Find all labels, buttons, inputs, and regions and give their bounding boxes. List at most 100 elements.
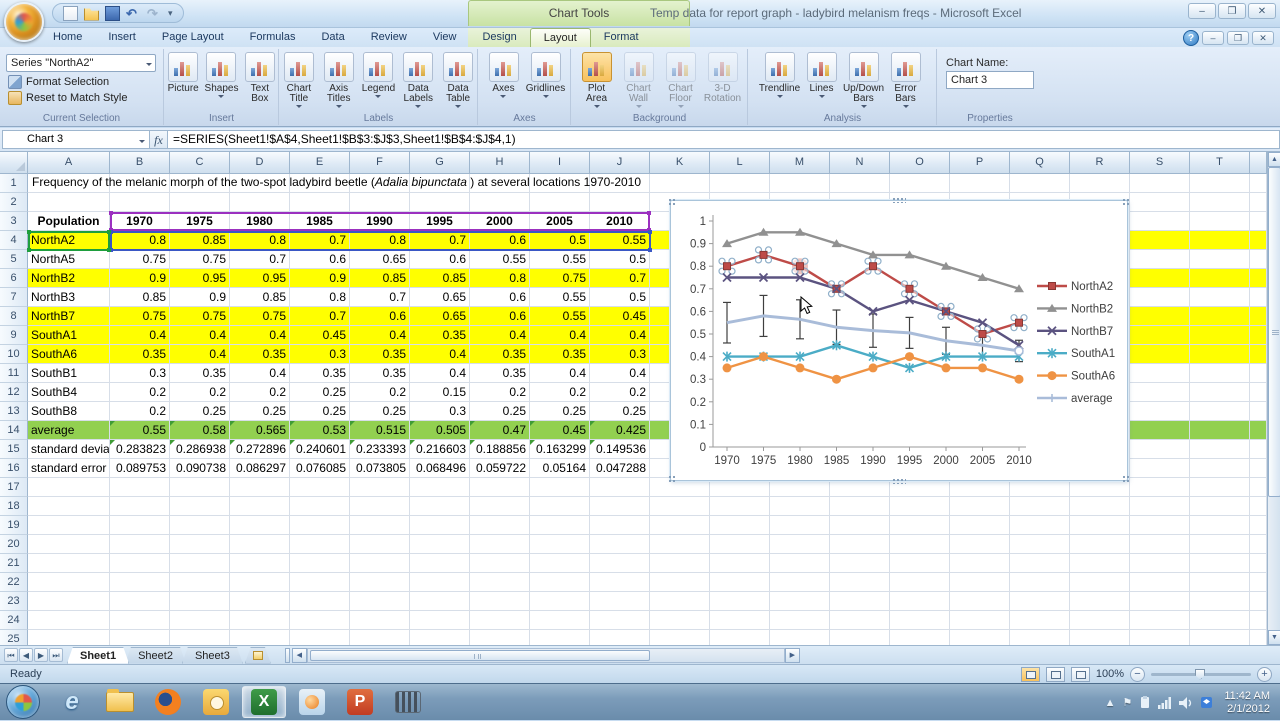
cell-A14[interactable]: average bbox=[28, 421, 110, 440]
workbook-minimize-button[interactable]: – bbox=[1202, 31, 1224, 45]
cell-G10[interactable]: 0.4 bbox=[410, 345, 470, 364]
cell-S5[interactable] bbox=[1130, 250, 1190, 269]
cell-D19[interactable] bbox=[230, 516, 290, 535]
cell-C10[interactable]: 0.4 bbox=[170, 345, 230, 364]
cell-N1[interactable] bbox=[830, 174, 890, 193]
tab-home[interactable]: Home bbox=[40, 28, 95, 47]
chart-element-dropdown[interactable]: Series "NorthA2" bbox=[6, 54, 156, 72]
column-header-T[interactable]: T bbox=[1190, 152, 1250, 174]
start-button[interactable] bbox=[6, 685, 40, 719]
cell-T18[interactable] bbox=[1190, 497, 1250, 516]
cell-J5[interactable]: 0.5 bbox=[590, 250, 650, 269]
cell-B3[interactable]: 1970 bbox=[110, 212, 170, 231]
cell-E21[interactable] bbox=[290, 554, 350, 573]
cell-G11[interactable]: 0.4 bbox=[410, 364, 470, 383]
cell-F22[interactable] bbox=[350, 573, 410, 592]
cell-J19[interactable] bbox=[590, 516, 650, 535]
cell-S10[interactable] bbox=[1130, 345, 1190, 364]
cell-J18[interactable] bbox=[590, 497, 650, 516]
horizontal-scroll-thumb[interactable] bbox=[309, 649, 650, 661]
cell-B20[interactable] bbox=[110, 535, 170, 554]
powerpoint-icon[interactable]: P bbox=[338, 686, 382, 718]
cell-G13[interactable]: 0.3 bbox=[410, 402, 470, 421]
cell-B6[interactable]: 0.9 bbox=[110, 269, 170, 288]
cell-E2[interactable] bbox=[290, 193, 350, 212]
cell-S8[interactable] bbox=[1130, 307, 1190, 326]
cell-D23[interactable] bbox=[230, 592, 290, 611]
cell-S21[interactable] bbox=[1130, 554, 1190, 573]
column-header-G[interactable]: G bbox=[410, 152, 470, 174]
cell-L1[interactable] bbox=[710, 174, 770, 193]
column-header-B[interactable]: B bbox=[110, 152, 170, 174]
cell-H14[interactable]: 0.47 bbox=[470, 421, 530, 440]
cell-H18[interactable] bbox=[470, 497, 530, 516]
cell-I20[interactable] bbox=[530, 535, 590, 554]
scroll-down-icon[interactable]: ▼ bbox=[1268, 630, 1280, 645]
cell-D2[interactable] bbox=[230, 193, 290, 212]
cell-J12[interactable]: 0.2 bbox=[590, 383, 650, 402]
cell-S11[interactable] bbox=[1130, 364, 1190, 383]
column-header-Q[interactable]: Q bbox=[1010, 152, 1070, 174]
cell-E16[interactable]: 0.076085 bbox=[290, 459, 350, 478]
scroll-left-icon[interactable]: ◀ bbox=[291, 647, 307, 663]
cell-Q22[interactable] bbox=[1010, 573, 1070, 592]
cell-G24[interactable] bbox=[410, 611, 470, 630]
new-document-icon[interactable] bbox=[63, 5, 78, 21]
cell-H12[interactable]: 0.2 bbox=[470, 383, 530, 402]
cell-D7[interactable]: 0.85 bbox=[230, 288, 290, 307]
column-header-E[interactable]: E bbox=[290, 152, 350, 174]
cell-G4[interactable]: 0.7 bbox=[410, 231, 470, 250]
cell-C11[interactable]: 0.35 bbox=[170, 364, 230, 383]
cell-N24[interactable] bbox=[830, 611, 890, 630]
cell-B2[interactable] bbox=[110, 193, 170, 212]
cell-K23[interactable] bbox=[650, 592, 710, 611]
cell-I19[interactable] bbox=[530, 516, 590, 535]
windows-update-icon[interactable] bbox=[1139, 696, 1151, 709]
cell-A22[interactable] bbox=[28, 573, 110, 592]
cell-E15[interactable]: 0.240601 bbox=[290, 440, 350, 459]
column-header-H[interactable]: H bbox=[470, 152, 530, 174]
cell-F3[interactable]: 1990 bbox=[350, 212, 410, 231]
page-layout-view-button[interactable] bbox=[1045, 666, 1065, 682]
movie-maker-icon[interactable] bbox=[386, 686, 430, 718]
column-header-O[interactable]: O bbox=[890, 152, 950, 174]
cell-S15[interactable] bbox=[1130, 440, 1190, 459]
cell-G12[interactable]: 0.15 bbox=[410, 383, 470, 402]
cell-P24[interactable] bbox=[950, 611, 1010, 630]
cell-S16[interactable] bbox=[1130, 459, 1190, 478]
cell-P22[interactable] bbox=[950, 573, 1010, 592]
row-header-11[interactable]: 11 bbox=[0, 364, 28, 383]
cell-K21[interactable] bbox=[650, 554, 710, 573]
cell-R23[interactable] bbox=[1070, 592, 1130, 611]
cell-K19[interactable] bbox=[650, 516, 710, 535]
row-header-23[interactable]: 23 bbox=[0, 592, 28, 611]
first-sheet-icon[interactable]: ⏮ bbox=[4, 648, 18, 662]
chart-object[interactable]: 0 0.1 0.2 0.3 0.4 0.5 0.6 0.7 0.8 0.9 1 1970 1975 198… bbox=[670, 200, 1128, 481]
cell-B21[interactable] bbox=[110, 554, 170, 573]
sheet-tab-sheet1[interactable]: Sheet1 bbox=[67, 647, 129, 664]
cell-B13[interactable]: 0.2 bbox=[110, 402, 170, 421]
cell-B8[interactable]: 0.75 bbox=[110, 307, 170, 326]
cell-L23[interactable] bbox=[710, 592, 770, 611]
next-sheet-icon[interactable]: ▶ bbox=[34, 648, 48, 662]
redo-icon[interactable]: ↷ bbox=[147, 6, 162, 21]
cell-H6[interactable]: 0.8 bbox=[470, 269, 530, 288]
cell-D16[interactable]: 0.086297 bbox=[230, 459, 290, 478]
cell-S7[interactable] bbox=[1130, 288, 1190, 307]
cell-S3[interactable] bbox=[1130, 212, 1190, 231]
cell-H5[interactable]: 0.55 bbox=[470, 250, 530, 269]
cell-G16[interactable]: 0.068496 bbox=[410, 459, 470, 478]
cell-E7[interactable]: 0.8 bbox=[290, 288, 350, 307]
cell-E18[interactable] bbox=[290, 497, 350, 516]
cell-E12[interactable]: 0.25 bbox=[290, 383, 350, 402]
row-header-10[interactable]: 10 bbox=[0, 345, 28, 364]
zoom-in-icon[interactable]: + bbox=[1257, 666, 1272, 682]
cell-H2[interactable] bbox=[470, 193, 530, 212]
prev-sheet-icon[interactable]: ◀ bbox=[19, 648, 33, 662]
cell-T3[interactable] bbox=[1190, 212, 1250, 231]
cell-T22[interactable] bbox=[1190, 573, 1250, 592]
row-header-5[interactable]: 5 bbox=[0, 250, 28, 269]
horizontal-scrollbar[interactable]: ◀ ▶ bbox=[291, 647, 800, 663]
cell-K20[interactable] bbox=[650, 535, 710, 554]
cell-F17[interactable] bbox=[350, 478, 410, 497]
